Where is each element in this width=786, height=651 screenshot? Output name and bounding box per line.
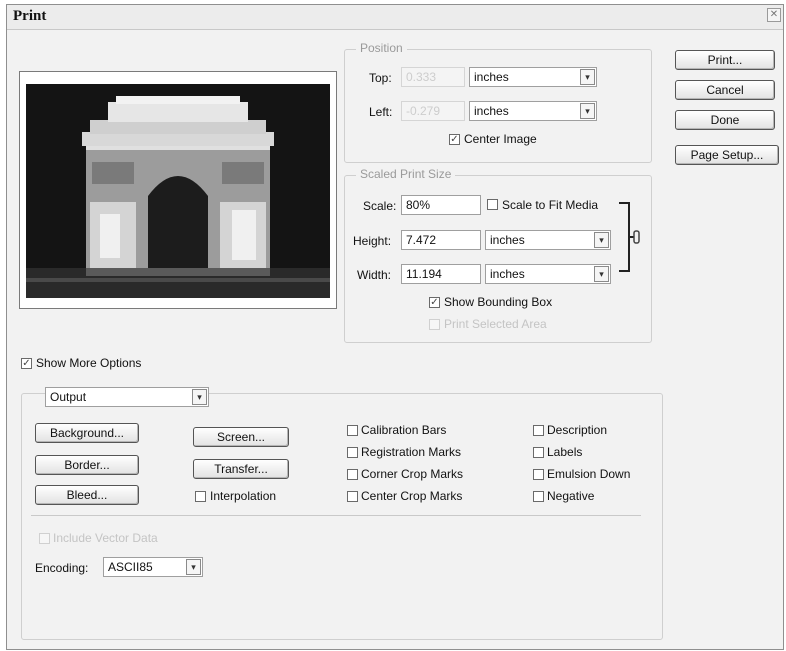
- print-button[interactable]: Print...: [675, 50, 775, 70]
- done-button[interactable]: Done: [675, 110, 775, 130]
- labels-label: Labels: [547, 445, 583, 459]
- left-label: Left:: [369, 105, 393, 119]
- screen-button[interactable]: Screen...: [193, 427, 289, 447]
- show-more-options-checkbox[interactable]: ✓: [21, 358, 32, 369]
- encoding-value: ASCII85: [108, 560, 153, 574]
- output-select-value: Output: [50, 390, 87, 404]
- chevron-down-icon[interactable]: ▾: [594, 232, 609, 248]
- page-setup-button[interactable]: Page Setup...: [675, 145, 779, 165]
- dialog-title: Print: [13, 8, 47, 24]
- registration-marks-checkbox[interactable]: [347, 447, 358, 458]
- top-input[interactable]: 0.333: [401, 67, 465, 87]
- bleed-button[interactable]: Bleed...: [35, 485, 139, 505]
- width-unit-value: inches: [490, 267, 525, 281]
- background-button[interactable]: Background...: [35, 423, 139, 443]
- width-unit-select[interactable]: inches ▾: [485, 264, 611, 284]
- negative-label: Negative: [547, 489, 595, 503]
- print-dialog: Print ✕ Position Top: 0.333 inches ▾ Lef…: [6, 4, 784, 650]
- left-input[interactable]: -0.279: [401, 101, 465, 121]
- border-button[interactable]: Border...: [35, 455, 139, 475]
- registration-marks-label: Registration Marks: [361, 445, 462, 459]
- left-unit-select[interactable]: inches ▾: [469, 101, 597, 121]
- corner-crop-marks-checkbox[interactable]: [347, 469, 358, 480]
- output-select[interactable]: Output ▾: [45, 387, 209, 407]
- center-image-checkbox[interactable]: ✓: [449, 134, 460, 145]
- negative-checkbox[interactable]: [533, 491, 544, 502]
- top-unit-select[interactable]: inches ▾: [469, 67, 597, 87]
- height-unit-select[interactable]: inches ▾: [485, 230, 611, 250]
- scale-label: Scale:: [363, 199, 397, 213]
- height-unit-value: inches: [490, 233, 525, 247]
- top-label: Top:: [369, 71, 392, 85]
- print-preview: [19, 71, 337, 309]
- chevron-down-icon[interactable]: ▾: [594, 266, 609, 282]
- width-input[interactable]: 11.194: [401, 264, 481, 284]
- calibration-bars-label: Calibration Bars: [361, 423, 447, 437]
- scaled-print-size-legend: Scaled Print Size: [356, 167, 456, 181]
- width-label: Width:: [357, 268, 392, 282]
- center-crop-marks-label: Center Crop Marks: [361, 489, 463, 503]
- interpolation-checkbox[interactable]: [195, 491, 206, 502]
- title-bar: Print ✕: [7, 5, 783, 30]
- preview-image: [20, 72, 336, 308]
- position-legend: Position: [356, 41, 407, 55]
- description-label: Description: [547, 423, 608, 437]
- center-crop-marks-checkbox[interactable]: [347, 491, 358, 502]
- scale-to-fit-checkbox[interactable]: [487, 199, 498, 210]
- interpolation-label: Interpolation: [210, 489, 277, 503]
- labels-checkbox[interactable]: [533, 447, 544, 458]
- show-bounding-box-label: Show Bounding Box: [444, 295, 553, 309]
- print-selected-area-checkbox: [429, 319, 440, 330]
- center-image-label: Center Image: [464, 132, 537, 146]
- show-more-options-label: Show More Options: [36, 356, 142, 370]
- chevron-down-icon[interactable]: ▾: [580, 103, 595, 119]
- left-unit-value: inches: [474, 104, 509, 118]
- chevron-down-icon[interactable]: ▾: [186, 559, 201, 575]
- emulsion-down-label: Emulsion Down: [547, 467, 631, 481]
- output-separator: [31, 515, 641, 516]
- encoding-select[interactable]: ASCII85 ▾: [103, 557, 203, 577]
- corner-crop-marks-label: Corner Crop Marks: [361, 467, 464, 481]
- cancel-button[interactable]: Cancel: [675, 80, 775, 100]
- transfer-button[interactable]: Transfer...: [193, 459, 289, 479]
- link-icon[interactable]: [617, 201, 641, 273]
- height-label: Height:: [353, 234, 392, 248]
- description-checkbox[interactable]: [533, 425, 544, 436]
- height-input[interactable]: 7.472: [401, 230, 481, 250]
- show-bounding-box-checkbox[interactable]: ✓: [429, 297, 440, 308]
- scale-input[interactable]: 80%: [401, 195, 481, 215]
- print-selected-area-label: Print Selected Area: [444, 317, 547, 331]
- scale-to-fit-label: Scale to Fit Media: [502, 198, 599, 212]
- close-icon[interactable]: ✕: [767, 8, 781, 22]
- include-vector-data-label: Include Vector Data: [53, 531, 158, 545]
- top-unit-value: inches: [474, 70, 509, 84]
- chevron-down-icon[interactable]: ▾: [192, 389, 207, 405]
- calibration-bars-checkbox[interactable]: [347, 425, 358, 436]
- chevron-down-icon[interactable]: ▾: [580, 69, 595, 85]
- encoding-label: Encoding:: [35, 561, 89, 575]
- include-vector-data-checkbox: [39, 533, 50, 544]
- emulsion-down-checkbox[interactable]: [533, 469, 544, 480]
